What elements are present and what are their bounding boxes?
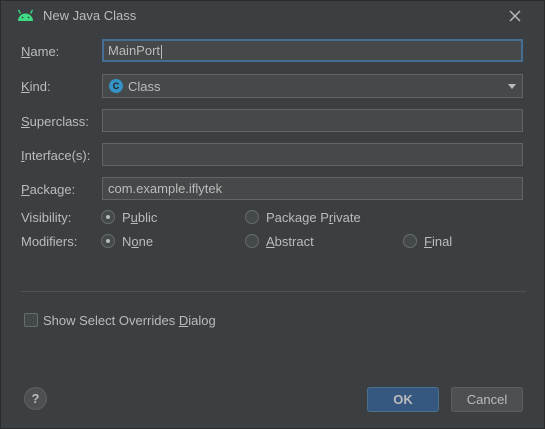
- android-icon: [17, 9, 34, 21]
- visibility-package-private-radio[interactable]: [245, 210, 259, 224]
- help-button[interactable]: ?: [24, 387, 47, 410]
- package-label: Package:: [21, 182, 76, 197]
- name-label: Name:: [21, 44, 60, 59]
- new-java-class-dialog: New Java Class Name: MainPort Kind: C Cl…: [0, 0, 545, 429]
- separator: [21, 291, 526, 292]
- visibility-label: Visibility:: [21, 210, 72, 225]
- cancel-button[interactable]: Cancel: [451, 387, 523, 412]
- class-icon: C: [109, 79, 123, 93]
- modifier-none-label[interactable]: None: [122, 234, 153, 249]
- kind-label: Kind:: [21, 79, 51, 94]
- visibility-public-label[interactable]: Public: [122, 210, 157, 225]
- kind-dropdown[interactable]: C Class: [102, 74, 523, 98]
- show-overrides-dialog-label[interactable]: Show Select Overrides Dialog: [43, 313, 216, 328]
- modifier-abstract-radio[interactable]: [245, 234, 259, 248]
- modifier-none-radio[interactable]: [101, 234, 115, 248]
- superclass-field[interactable]: [102, 109, 523, 132]
- dialog-title: New Java Class: [43, 8, 137, 23]
- chevron-down-icon: [508, 84, 516, 89]
- modifier-final-label[interactable]: Final: [424, 234, 452, 249]
- kind-selected-value: Class: [128, 79, 161, 94]
- name-field[interactable]: MainPort: [102, 39, 523, 62]
- modifier-abstract-label[interactable]: Abstract: [266, 234, 314, 249]
- interfaces-label: Interface(s):: [21, 148, 91, 163]
- show-overrides-dialog-checkbox[interactable]: [24, 313, 38, 327]
- text-caret: [161, 44, 163, 59]
- title-bar: New Java Class: [1, 1, 544, 31]
- close-icon[interactable]: [505, 6, 525, 26]
- visibility-package-private-label[interactable]: Package Private: [266, 210, 361, 225]
- ok-button[interactable]: OK: [367, 387, 439, 412]
- modifiers-label: Modifiers:: [21, 234, 78, 249]
- superclass-label: Superclass:: [21, 114, 89, 129]
- package-field[interactable]: com.example.iflytek: [102, 177, 523, 200]
- modifier-final-radio[interactable]: [403, 234, 417, 248]
- visibility-public-radio[interactable]: [101, 210, 115, 224]
- interfaces-field[interactable]: [102, 143, 523, 166]
